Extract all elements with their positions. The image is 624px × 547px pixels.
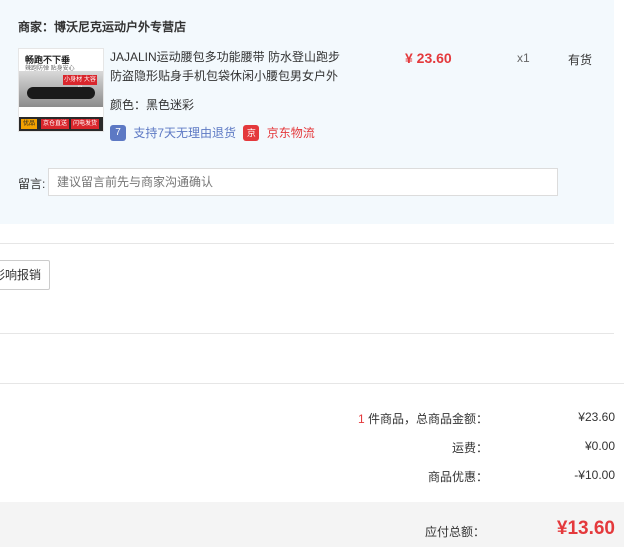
shipping-value: ¥0.00 xyxy=(584,439,615,453)
payable-value: ¥13.60 xyxy=(556,518,615,539)
product-image-tag-jdwarehouse: 京仓直送 xyxy=(41,119,70,129)
store-label: 商家： xyxy=(18,20,55,34)
jd-logistics-icon: 京 xyxy=(243,124,260,141)
product-image-belt xyxy=(27,87,95,99)
service-row: 7 支持7天无理由退货 京 京东物流 xyxy=(110,124,315,142)
product-color: 颜色：黑色迷彩 xyxy=(110,96,194,113)
discount-value: -¥10.00 xyxy=(574,468,615,482)
return-7day-link[interactable]: 支持7天无理由退货 xyxy=(133,126,236,140)
shipping-label: 运费： xyxy=(451,441,488,455)
discount-label: 商品优惠： xyxy=(427,470,488,484)
section-divider xyxy=(0,243,614,244)
product-image[interactable]: 畅跑不下垂 辣跑防弹 贴身安心 小身材 大容量 优品 京仓直送 闪电发货 xyxy=(18,48,104,132)
product-color-value: 黑色迷彩 xyxy=(146,98,195,112)
product-price: ¥ 23.60 xyxy=(405,50,452,66)
product-image-header: 畅跑不下垂 辣跑防弹 贴身安心 xyxy=(19,49,103,72)
remark-label: 留言: xyxy=(18,177,46,191)
product-image-badge: 小身材 大容量 xyxy=(63,75,97,93)
product-image-tag-fastship: 闪电发货 xyxy=(71,119,100,129)
section-divider xyxy=(0,333,614,334)
goods-count: 1 xyxy=(357,412,365,426)
product-stock-status: 有货 xyxy=(568,53,593,67)
jd-logistics-link[interactable]: 京东物流 xyxy=(267,126,315,140)
store-name[interactable]: 商家：博沃尼克运动户外专营店 xyxy=(18,18,186,35)
product-title[interactable]: JAJALIN运动腰包多功能腰带 防水登山跑步防盗隐形贴身手机包袋休闲小腰包男女… xyxy=(110,48,350,86)
section-divider xyxy=(0,383,624,384)
discount-row: 商品优惠： -¥10.00 xyxy=(315,468,615,484)
goods-total-value: ¥23.60 xyxy=(578,410,615,424)
store-order-panel: 商家：博沃尼克运动户外专营店 畅跑不下垂 辣跑防弹 贴身安心 小身材 大容量 优… xyxy=(0,0,614,224)
product-image-tag-youpin: 优品 xyxy=(21,119,38,129)
invoice-button[interactable]: 彩响报销 xyxy=(0,260,50,290)
store-name-text[interactable]: 博沃尼克运动户外专营店 xyxy=(54,20,186,34)
product-color-label: 颜色： xyxy=(110,98,147,112)
goods-total-row: 1 件商品，总商品金额： ¥23.60 xyxy=(315,410,615,426)
product-quantity: x1 xyxy=(517,51,530,65)
goods-count-suffix: 件商品，总商品金额： xyxy=(364,412,488,426)
return-7day-icon: 7 xyxy=(110,124,126,141)
product-image-footer: 优品 京仓直送 闪电发货 xyxy=(19,117,103,131)
payable-total-bar: 应付总额： ¥13.60 xyxy=(0,502,624,547)
shipping-row: 运费： ¥0.00 xyxy=(315,439,615,455)
goods-total-label: 1 件商品，总商品金额： xyxy=(358,410,488,427)
payable-label: 应付总额： xyxy=(424,525,485,539)
remark-input[interactable] xyxy=(48,168,558,196)
